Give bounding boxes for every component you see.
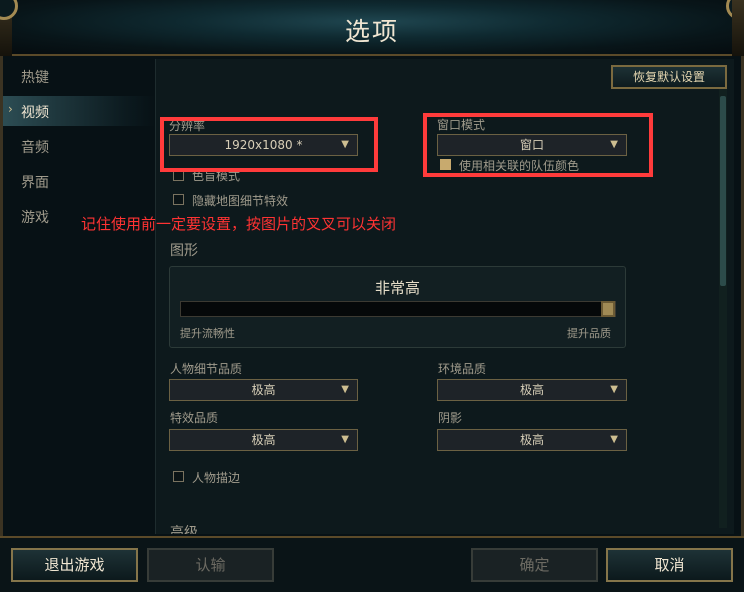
scrollbar[interactable] [719, 88, 727, 528]
slider-handle[interactable] [601, 301, 615, 317]
highlight-box-window-mode [423, 113, 653, 177]
sidebar-item-audio[interactable]: 音频 [3, 131, 155, 161]
highlight-box-resolution [160, 117, 378, 172]
character-quality-dropdown[interactable]: 极高 ▼ [169, 379, 358, 401]
sidebar-item-label: 视频 [21, 105, 49, 121]
effects-quality-value: 极高 [251, 433, 276, 447]
effects-quality-dropdown[interactable]: 极高 ▼ [169, 429, 358, 451]
environment-quality-dropdown[interactable]: 极高 ▼ [437, 379, 627, 401]
hide-map-detail-checkbox[interactable] [173, 194, 184, 205]
dropdown-arrow-icon: ▼ [341, 384, 349, 395]
graphics-section-title: 图形 [170, 243, 198, 259]
character-outline-label: 人物描边 [192, 471, 241, 485]
chevron-right-icon: › [8, 102, 13, 116]
sidebar-item-label: 音频 [21, 140, 49, 156]
exit-game-button[interactable]: 退出游戏 [11, 548, 138, 582]
advanced-section-title: 高级 [170, 525, 198, 534]
slider-right-label: 提升品质 [567, 327, 611, 340]
confirm-button[interactable]: 确定 [471, 548, 598, 582]
graphics-quality-box: 非常高 提升流畅性 提升品质 [169, 266, 626, 348]
scrollbar-thumb[interactable] [720, 96, 726, 286]
character-quality-value: 极高 [251, 383, 276, 397]
environment-quality-label: 环境品质 [438, 362, 487, 376]
shadow-value: 极高 [519, 433, 544, 447]
hide-map-detail-label: 隐藏地图细节特效 [192, 194, 289, 208]
sidebar-item-hotkeys[interactable]: 热键 [3, 61, 155, 91]
sidebar-item-label: 界面 [21, 175, 49, 191]
shadow-dropdown[interactable]: 极高 ▼ [437, 429, 627, 451]
sidebar-item-interface[interactable]: 界面 [3, 166, 155, 196]
graphics-quality-value: 非常高 [374, 279, 420, 297]
dropdown-arrow-icon: ▼ [610, 434, 618, 445]
restore-defaults-button[interactable]: 恢复默认设置 [611, 65, 727, 89]
surrender-button[interactable]: 认输 [147, 548, 274, 582]
window-title: 选项 [344, 17, 399, 46]
cancel-button[interactable]: 取消 [606, 548, 733, 582]
sidebar-item-label: 热键 [21, 70, 49, 86]
graphics-quality-slider[interactable] [180, 301, 616, 317]
sidebar: 热键 › 视频 音频 界面 游戏 [3, 56, 155, 536]
dropdown-arrow-icon: ▼ [610, 384, 618, 395]
sidebar-item-video[interactable]: › 视频 [3, 96, 155, 126]
title-bar: 选项 [0, 0, 744, 56]
sidebar-item-label: 游戏 [21, 210, 49, 226]
annotation-text: 记住使用前一定要设置，按图片的叉叉可以关闭 [81, 215, 397, 233]
shadow-label: 阴影 [438, 411, 463, 425]
effects-quality-label: 特效品质 [170, 411, 219, 425]
environment-quality-value: 极高 [519, 383, 544, 397]
slider-left-label: 提升流畅性 [180, 327, 235, 340]
dropdown-arrow-icon: ▼ [341, 434, 349, 445]
character-quality-label: 人物细节品质 [170, 362, 243, 376]
character-outline-checkbox[interactable] [173, 471, 184, 482]
